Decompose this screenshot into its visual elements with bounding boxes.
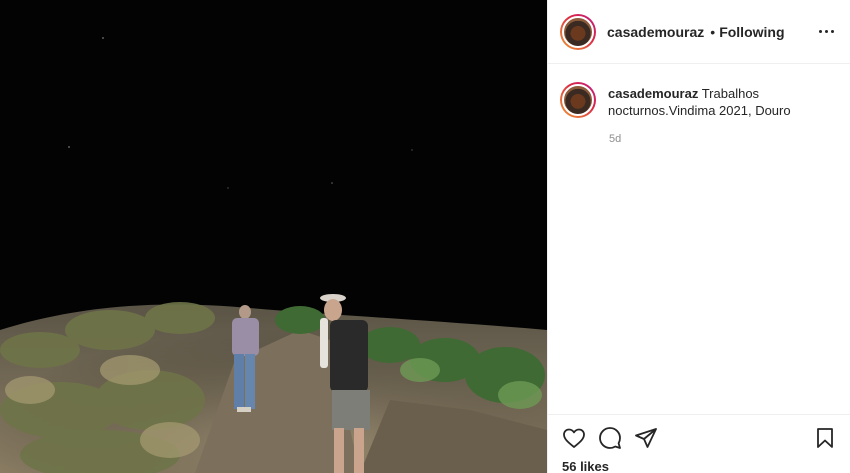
post-age[interactable]: 5d [609,133,850,145]
caption-body: casademouraz Trabalhos nocturnos.Vindima… [608,82,838,119]
caption-username[interactable]: casademouraz [608,86,698,101]
caption-avatar[interactable] [560,82,596,118]
caption-block: casademouraz Trabalhos nocturnos.Vindima… [548,64,850,119]
more-options-icon[interactable] [815,26,838,37]
separator-dot: • [710,23,716,40]
paper-plane-icon[interactable] [634,426,658,450]
night-vineyard-image [0,0,547,473]
author-username[interactable]: casademouraz [607,24,704,40]
post-photo[interactable] [0,0,547,473]
comment-icon[interactable] [598,426,622,450]
heart-icon[interactable] [562,426,586,450]
post-side-panel: casademouraz • Following casademouraz Tr… [547,0,850,473]
bookmark-icon[interactable] [813,426,837,450]
likes-count[interactable]: 56 likes [562,459,837,473]
follow-status-button[interactable]: Following [719,24,784,40]
actions-bar: 56 likes [548,414,850,473]
post-header: casademouraz • Following [548,0,850,64]
actions-row [562,425,837,451]
author-avatar[interactable] [560,13,596,50]
